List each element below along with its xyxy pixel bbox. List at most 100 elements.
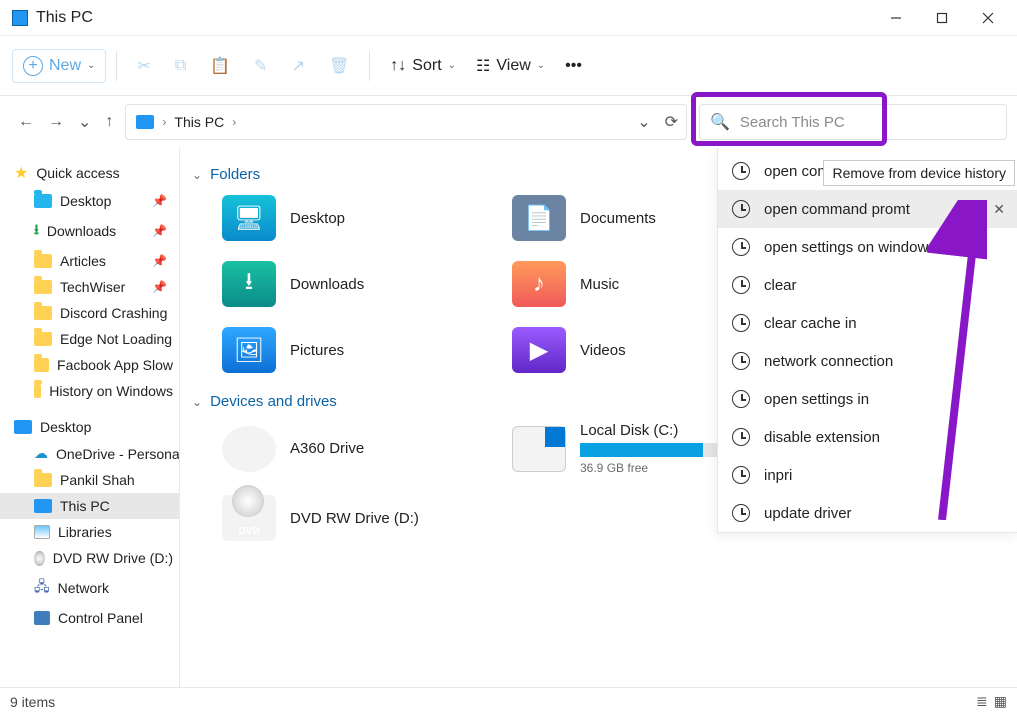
address-bar[interactable]: › This PC › ⌄ ⟳ — [125, 104, 687, 140]
tree-quick-access[interactable]: ★ Quick access — [0, 158, 179, 188]
history-icon — [732, 314, 750, 332]
folder-tile-pictures[interactable]: 🖼 Pictures — [222, 327, 472, 373]
toolbar: + New ⌄ ✂ ⧉ 📋 ✎ ↗ 🗑 ↑↓ Sort ⌄ ☷ View ⌄ •… — [0, 36, 1017, 96]
item-count: 9 items — [10, 694, 55, 710]
tree-item[interactable]: Libraries — [0, 519, 179, 545]
minimize-button[interactable] — [873, 1, 919, 35]
view-details-button[interactable]: ≣ — [976, 693, 988, 710]
tree-item[interactable]: Articles📌 — [0, 248, 179, 274]
suggestion-item[interactable]: disable extension — [718, 418, 1017, 456]
control-panel-icon — [34, 611, 50, 625]
tree-item[interactable]: Pankil Shah — [0, 467, 179, 493]
section-label: Devices and drives — [210, 393, 337, 410]
libraries-icon — [34, 525, 50, 539]
more-button[interactable]: ••• — [555, 51, 592, 81]
view-tiles-button[interactable]: ▦ — [994, 693, 1007, 710]
a360-icon — [222, 426, 276, 472]
tree-item[interactable]: Facbook App Slow — [0, 352, 179, 378]
pin-icon: 📌 — [152, 280, 167, 294]
refresh-button[interactable]: ⟳ — [665, 112, 678, 132]
windows-logo-icon — [545, 427, 565, 447]
history-icon — [732, 428, 750, 446]
chevron-down-icon: ⌄ — [192, 168, 202, 182]
view-button[interactable]: ☷ View ⌄ — [466, 50, 555, 82]
history-icon — [732, 276, 750, 294]
address-dropdown[interactable]: ⌄ — [637, 112, 650, 132]
search-input[interactable] — [740, 114, 996, 131]
tree-item[interactable]: Discord Crashing — [0, 300, 179, 326]
tree-item-this-pc[interactable]: This PC — [0, 493, 179, 519]
drive-tile-dvd[interactable]: DVDDVD RW Drive (D:) — [222, 495, 472, 541]
sort-button[interactable]: ↑↓ Sort ⌄ — [380, 51, 466, 81]
suggestion-item[interactable]: network connection — [718, 342, 1017, 380]
breadcrumb-root[interactable]: This PC — [174, 114, 224, 130]
dvd-icon: DVD — [222, 495, 276, 541]
drive-tile-a360[interactable]: A360 Drive — [222, 422, 472, 475]
search-box[interactable]: 🔍 — [699, 104, 1007, 140]
pictures-icon: 🖼 — [222, 327, 276, 373]
folder-tile-downloads[interactable]: ⭳Downloads — [222, 261, 472, 307]
nav-tree[interactable]: ★ Quick access Desktop📌 ⭳Downloads📌 Arti… — [0, 148, 180, 687]
new-button[interactable]: + New ⌄ — [12, 49, 106, 83]
sort-label: Sort — [412, 57, 441, 75]
tile-label: Documents — [580, 210, 656, 227]
tile-label: Downloads — [290, 276, 364, 293]
suggestion-item[interactable]: inpri — [718, 456, 1017, 494]
tree-item[interactable]: Desktop📌 — [0, 188, 179, 214]
paste-button[interactable]: 📋 — [200, 50, 240, 82]
tree-label: Articles — [60, 253, 106, 269]
window-title: This PC — [36, 9, 93, 27]
back-button[interactable]: ← — [18, 113, 34, 131]
pin-icon: 📌 — [152, 224, 167, 238]
delete-button[interactable]: 🗑 — [319, 50, 359, 82]
tree-item[interactable]: History on Windows — [0, 378, 179, 404]
cut-button[interactable]: ✂ — [127, 50, 160, 82]
tile-label: Pictures — [290, 342, 344, 359]
suggestion-item[interactable]: open command promt✕ — [718, 190, 1017, 228]
history-icon — [732, 200, 750, 218]
chevron-down-icon: ⌄ — [87, 60, 95, 71]
tree-label: Downloads — [47, 223, 116, 239]
folder-icon — [34, 254, 52, 268]
star-icon: ★ — [14, 163, 28, 183]
suggestion-item[interactable]: open settings on windows — [718, 228, 1017, 266]
tree-item[interactable]: DVD RW Drive (D:) — [0, 545, 179, 571]
view-icon: ☷ — [476, 56, 490, 76]
chevron-down-icon: ⌄ — [192, 395, 202, 409]
tree-label: TechWiser — [60, 279, 125, 295]
tree-item[interactable]: ☁OneDrive - Personal — [0, 440, 179, 467]
tree-label: Pankil Shah — [60, 472, 135, 488]
suggestion-item[interactable]: clear — [718, 266, 1017, 304]
recent-button[interactable]: ⌄ — [78, 112, 91, 132]
suggestion-item[interactable]: update driver — [718, 494, 1017, 532]
tree-item[interactable]: 🖧Network — [0, 571, 179, 605]
chevron-right-icon: › — [232, 115, 236, 129]
cloud-icon: ☁ — [34, 445, 48, 462]
up-button[interactable]: ↑ — [105, 113, 113, 131]
tree-desktop[interactable]: Desktop — [0, 414, 179, 440]
tree-item[interactable]: TechWiser 📌 — [0, 274, 179, 300]
tree-item[interactable]: Control Panel — [0, 605, 179, 631]
desktop-icon: 🖥 — [222, 195, 276, 241]
forward-button[interactable]: → — [48, 113, 64, 131]
share-button[interactable]: ↗ — [282, 50, 315, 82]
suggestion-item[interactable]: clear cache in — [718, 304, 1017, 342]
close-button[interactable] — [965, 1, 1011, 35]
rename-button[interactable]: ✎ — [244, 50, 277, 82]
tree-label: Control Panel — [58, 610, 143, 626]
tree-label: Facbook App Slow — [57, 357, 173, 373]
suggestion-item[interactable]: open settings in — [718, 380, 1017, 418]
folder-icon — [34, 306, 52, 320]
tree-item[interactable]: Edge Not Loading — [0, 326, 179, 352]
search-icon: 🔍 — [710, 112, 730, 132]
view-label: View — [496, 57, 530, 75]
suggestion-label: open settings in — [764, 391, 869, 408]
maximize-button[interactable] — [919, 1, 965, 35]
remove-suggestion-button[interactable]: ✕ — [993, 201, 1005, 218]
tree-label: Libraries — [58, 524, 112, 540]
copy-button[interactable]: ⧉ — [165, 51, 196, 81]
tree-item[interactable]: ⭳Downloads📌 — [0, 214, 179, 248]
tree-label: Desktop — [60, 193, 111, 209]
search-suggestions: open command open command promt✕ open se… — [717, 148, 1017, 533]
folder-tile-desktop[interactable]: 🖥Desktop — [222, 195, 472, 241]
